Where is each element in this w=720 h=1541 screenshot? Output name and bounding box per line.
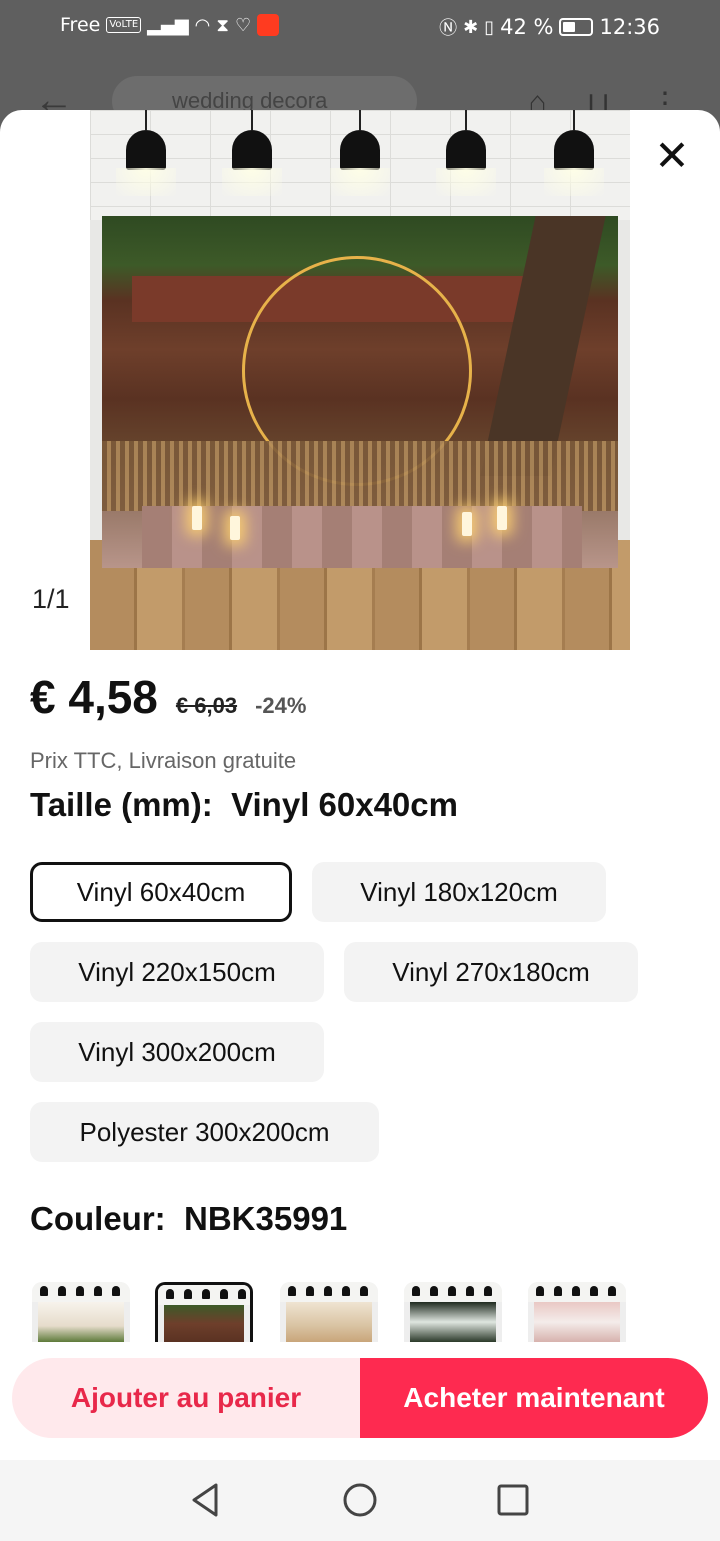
size-label: Taille (mm):: [30, 786, 213, 823]
color-swatch-selected[interactable]: [155, 1282, 253, 1342]
nfc-icon: Ⓝ: [439, 18, 458, 39]
battery-icon: [559, 18, 594, 36]
color-swatch[interactable]: [32, 1282, 130, 1342]
color-heading: Couleur: NBK35991: [30, 1200, 347, 1238]
nav-back-icon[interactable]: [186, 1480, 226, 1520]
system-navigation-bar: [0, 1460, 720, 1541]
size-selected-value: Vinyl 60x40cm: [231, 786, 458, 823]
size-option-vinyl-270x180[interactable]: Vinyl 270x180cm: [344, 942, 638, 1002]
status-bar: Free VoLTE ▂▄▆ ◠ ⧗ ♡ Ⓝ ✱ ▯ 42 % 12:36: [0, 0, 720, 56]
status-left: Free VoLTE ▂▄▆ ◠ ⧗ ♡: [60, 14, 280, 36]
color-label: Couleur:: [30, 1200, 166, 1237]
buy-now-button[interactable]: Acheter maintenant: [360, 1358, 708, 1438]
image-backdrop-photo: [102, 216, 618, 568]
volte-badge: VoLTE: [106, 17, 142, 33]
lamp-icon: [116, 110, 176, 196]
discount-percent: -24%: [255, 693, 307, 718]
current-price: € 4,58: [30, 671, 158, 723]
lamp-icon: [330, 110, 390, 196]
product-image[interactable]: [90, 110, 630, 650]
nav-recents-icon[interactable]: [493, 1480, 533, 1520]
nav-home-icon[interactable]: [340, 1480, 380, 1520]
close-icon[interactable]: ✕: [648, 132, 696, 180]
lamp-icon: [544, 110, 604, 196]
hourglass-icon: ⧗: [216, 14, 230, 36]
color-selected-value: NBK35991: [184, 1200, 348, 1237]
clock: 12:36: [599, 15, 660, 39]
size-option-vinyl-220x150[interactable]: Vinyl 220x150cm: [30, 942, 324, 1002]
app-notification-icon: [257, 14, 280, 36]
size-option-vinyl-180x120[interactable]: Vinyl 180x120cm: [312, 862, 606, 922]
signal-icon: ▂▄▆: [147, 14, 189, 36]
add-to-cart-button[interactable]: Ajouter au panier: [12, 1358, 360, 1438]
size-option-vinyl-300x200[interactable]: Vinyl 300x200cm: [30, 1022, 324, 1082]
vibrate-icon: ▯: [484, 16, 495, 38]
action-bar: Ajouter au panier Acheter maintenant: [12, 1358, 708, 1438]
heart-icon: ♡: [235, 14, 252, 36]
sku-selection-sheet: ✕ 1/1 € 4,58 € 6,03 -24% Prix TTC, Livra…: [0, 110, 720, 1460]
price-row: € 4,58 € 6,03 -24%: [30, 670, 306, 724]
lamp-icon: [436, 110, 496, 196]
carrier-label: Free: [60, 14, 101, 36]
wifi-icon: ◠: [194, 14, 211, 36]
battery-percent: 42 %: [500, 15, 554, 39]
color-swatch[interactable]: [280, 1282, 378, 1342]
bluetooth-icon: ✱: [463, 16, 479, 38]
size-option-vinyl-60x40[interactable]: Vinyl 60x40cm: [30, 862, 292, 922]
color-swatch[interactable]: [404, 1282, 502, 1342]
status-right: Ⓝ ✱ ▯ 42 % 12:36: [439, 14, 660, 40]
image-counter: 1/1: [32, 584, 70, 614]
original-price: € 6,03: [175, 693, 238, 718]
lamp-icon: [222, 110, 282, 196]
color-swatch[interactable]: [528, 1282, 626, 1342]
size-option-polyester-300x200[interactable]: Polyester 300x200cm: [30, 1102, 379, 1162]
tax-shipping-note: Prix TTC, Livraison gratuite: [30, 748, 297, 773]
size-heading: Taille (mm): Vinyl 60x40cm: [30, 786, 458, 824]
